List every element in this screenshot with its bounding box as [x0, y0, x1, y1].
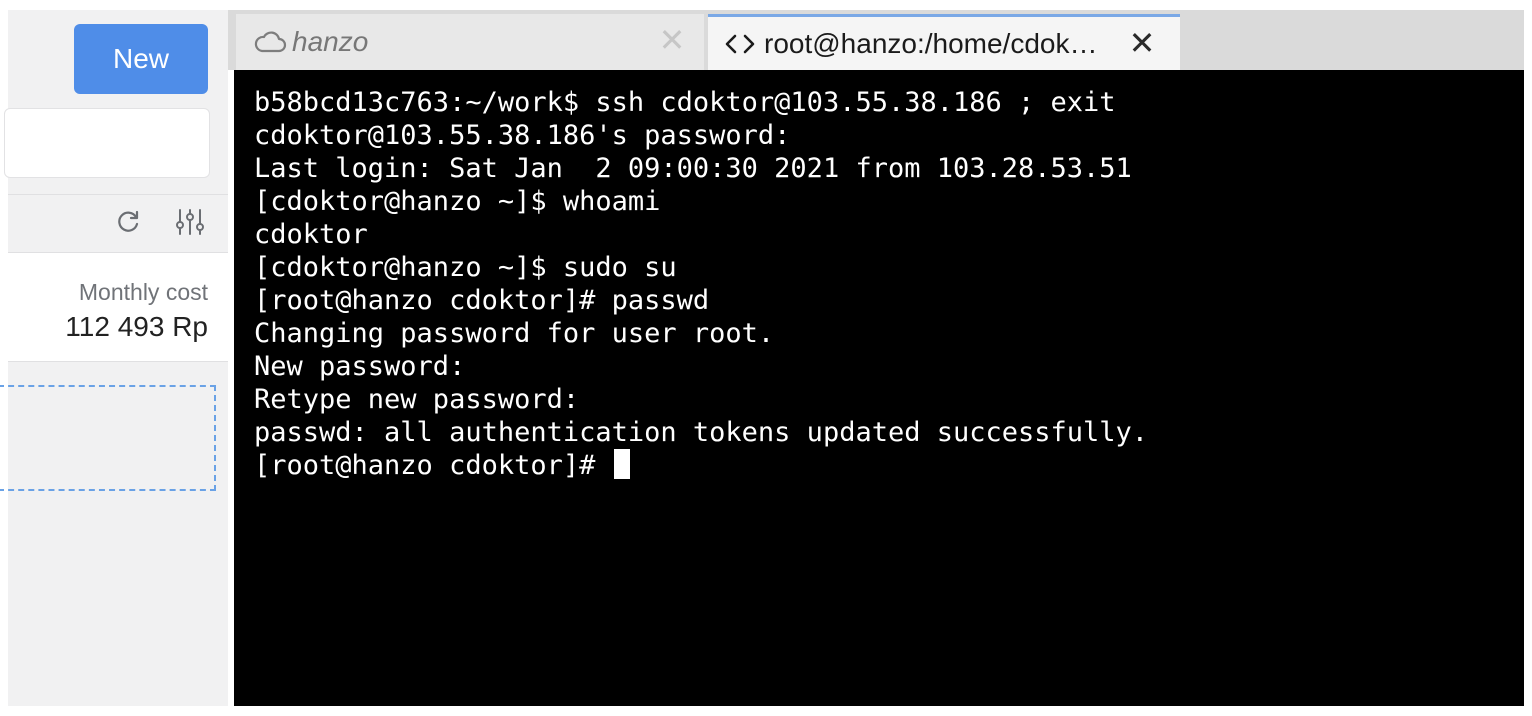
terminal-line: [root@hanzo cdoktor]# passwd [254, 285, 710, 316]
side-panel: New Monthly cost 112 493 Rp [0, 10, 228, 706]
terminal-line: [cdoktor@hanzo ~]$ whoami [254, 186, 661, 217]
close-icon[interactable]: ✕ [654, 22, 690, 58]
tab-terminal-session[interactable]: root@hanzo:/home/cdok… ✕ [708, 14, 1180, 70]
tab-label: hanzo [292, 26, 369, 57]
tab-hanzo[interactable]: hanzo ✕ [236, 14, 704, 70]
terminal-line: Retype new password: [254, 384, 580, 415]
tab-bar: hanzo ✕ root@hanzo:/home/cdok… ✕ [228, 10, 1524, 70]
new-button[interactable]: New [74, 24, 208, 94]
drop-zone[interactable] [0, 385, 216, 491]
window-left-edge [0, 0, 8, 716]
terminal-line: Last login: Sat Jan 2 09:00:30 2021 from… [254, 153, 1132, 184]
sliders-icon[interactable] [174, 207, 206, 237]
panel-toolbar [8, 194, 228, 251]
search-input[interactable] [4, 108, 210, 178]
terminal-line: Changing password for user root. [254, 318, 775, 349]
terminal-output[interactable]: b58bcd13c763:~/work$ ssh cdoktor@103.55.… [234, 70, 1524, 706]
terminal-line: New password: [254, 351, 466, 382]
terminal-cursor [613, 449, 630, 479]
cloud-icon [250, 22, 290, 62]
terminal-prompt-line: [root@hanzo cdoktor]# [254, 449, 1524, 482]
terminal-line: b58bcd13c763:~/work$ ssh cdoktor@103.55.… [254, 87, 1116, 118]
monthly-cost-label: Monthly cost [78, 279, 208, 305]
terminal-line: [cdoktor@hanzo ~]$ sudo su [254, 252, 677, 283]
terminal-line: passwd: all authentication tokens update… [254, 417, 1149, 448]
monthly-cost-value: 112 493 Rp [65, 311, 208, 342]
close-icon[interactable]: ✕ [1124, 25, 1160, 61]
refresh-icon[interactable] [115, 207, 143, 235]
terminal-prompt: [root@hanzo cdoktor]# [254, 450, 612, 481]
monthly-cost-card: Monthly cost 112 493 Rp [8, 252, 228, 362]
tab-label: root@hanzo:/home/cdok… [764, 27, 1098, 59]
code-brackets-icon [722, 24, 758, 64]
terminal-line: cdoktor [254, 219, 368, 250]
terminal-line: cdoktor@103.55.38.186's password: [254, 120, 791, 151]
